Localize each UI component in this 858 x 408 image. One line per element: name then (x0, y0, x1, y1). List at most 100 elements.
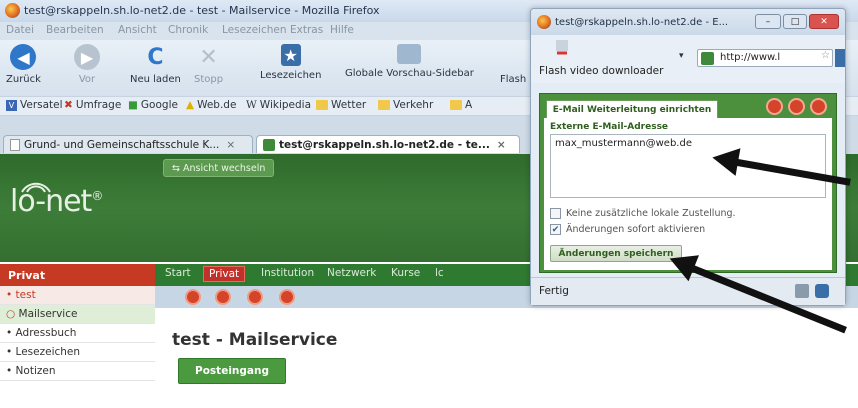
menu-hilfe[interactable]: Hilfe (330, 24, 354, 36)
bookmark-a[interactable]: A (450, 99, 472, 111)
firefox-icon (537, 15, 551, 29)
nav-start[interactable]: Start (165, 267, 191, 279)
folder-icon (316, 100, 328, 110)
bookmark-label: Umfrage (75, 99, 122, 111)
google-icon: ■ (128, 99, 138, 111)
menu-ansicht[interactable]: Ansicht (118, 24, 157, 36)
window-title: test@rskappeln.sh.lo-net2.de - test - Ma… (24, 4, 380, 17)
settings-icon[interactable] (215, 289, 231, 305)
bookmark-wikipedia[interactable]: W Wikipedia (246, 99, 311, 111)
minimize-panel-icon[interactable] (788, 98, 805, 115)
nav-kurse[interactable]: Kurse (391, 267, 420, 279)
sidebar-item-test[interactable]: • test (0, 286, 155, 305)
addon-icon[interactable] (815, 284, 829, 298)
menu-bearbeiten[interactable]: Bearbeiten (46, 24, 104, 36)
checkbox-checked-icon[interactable]: ✔ (550, 224, 561, 235)
close-window-button[interactable]: ✕ (809, 14, 839, 29)
back-button[interactable]: ◀ Zurück (6, 44, 41, 85)
back-label: Zurück (6, 74, 41, 85)
help-icon[interactable] (279, 289, 295, 305)
addon-icon[interactable] (795, 284, 809, 298)
bookmark-label: Web.de (197, 99, 237, 111)
popup-title-bar: test@rskappeln.sh.lo-net2.de - E... – □ … (531, 9, 845, 35)
star-icon[interactable]: ☆ (821, 50, 830, 61)
reload-button[interactable]: C Neu laden (130, 44, 181, 86)
folder-icon (378, 100, 390, 110)
tab-grundschule[interactable]: Grund- und Gemeinschaftsschule K... × (3, 135, 253, 153)
lonet-logo: lo-net® (10, 182, 103, 219)
flash-icon (500, 44, 526, 70)
menu-datei[interactable]: Datei (6, 24, 34, 36)
logo-mark: ® (91, 189, 103, 203)
forward-label: Vor (78, 74, 96, 85)
inbox-button[interactable]: Posteingang (178, 358, 286, 384)
flash-downloader-icon[interactable] (553, 39, 571, 57)
no-local-delivery-checkbox[interactable]: Keine zusätzliche lokale Zustellung. (550, 208, 736, 219)
bookmark-label: Wikipedia (259, 99, 312, 111)
bookmark-google[interactable]: ■ Google (128, 99, 178, 111)
menu-lesezeichen[interactable]: Lesezeichen (222, 24, 287, 36)
external-email-label: Externe E-Mail-Adresse (550, 122, 669, 132)
external-email-field[interactable]: max_mustermann@web.de (550, 134, 826, 198)
bookmark-verkehr[interactable]: Verkehr (378, 99, 433, 111)
bookmark-label: Google (140, 99, 178, 111)
dropdown-icon[interactable]: ▾ (679, 51, 684, 61)
maximize-button[interactable]: □ (783, 14, 807, 29)
flash-button[interactable]: Flash (500, 44, 526, 85)
tab-close-icon[interactable]: × (497, 139, 506, 151)
bookmarks-label: Lesezeichen (260, 70, 322, 81)
umfrage-icon: ✖ (64, 99, 73, 111)
close-panel-icon[interactable] (810, 98, 827, 115)
sidebar-item-label: Lesezeichen (15, 346, 81, 358)
sidebar-item-adressbuch[interactable]: • Adressbuch (0, 324, 155, 343)
popup-url-field[interactable]: http://www.l ☆ (697, 49, 833, 67)
menu-extras[interactable]: Extras (290, 24, 323, 36)
sidebar-item-lesezeichen[interactable]: • Lesezeichen (0, 343, 155, 362)
nav-netzwerk[interactable]: Netzwerk (327, 267, 376, 279)
sidebar-label: Globale Vorschau-Sidebar (345, 68, 474, 79)
bookmark-label: Wetter (331, 99, 367, 111)
bookmarks-button[interactable]: ★ Lesezeichen (260, 44, 321, 81)
tab-mailservice[interactable]: test@rskappeln.sh.lo-net2.de - te... × (256, 135, 520, 153)
help-icon[interactable] (766, 98, 783, 115)
sidebar-button[interactable]: Globale Vorschau-Sidebar (345, 44, 474, 79)
tab-close-icon[interactable]: × (226, 139, 235, 151)
bullet-icon: • (6, 289, 13, 301)
reload-icon: C (147, 44, 164, 70)
nav-institution[interactable]: Institution (261, 267, 314, 279)
webde-icon: ▲ (186, 99, 195, 111)
forwarding-form: Externe E-Mail-Adresse max_mustermann@we… (544, 118, 832, 270)
menu-chronik[interactable]: Chronik (168, 24, 208, 36)
url-text: http://www.l (720, 52, 781, 63)
switch-view-button[interactable]: ⇆ Ansicht wechseln (163, 159, 275, 177)
switch-icon: ⇆ (172, 162, 180, 174)
bullet-icon: • (6, 327, 13, 339)
activate-immediately-checkbox[interactable]: ✔ Änderungen sofort aktivieren (550, 224, 705, 235)
bookmark-webde[interactable]: ▲ Web.de (186, 99, 236, 111)
sidebar-item-label: Adressbuch (15, 327, 77, 339)
tab-email-forwarding[interactable]: E-Mail Weiterleitung einrichten (546, 100, 718, 118)
close-icon: ✕ (820, 16, 828, 27)
minimize-button[interactable]: – (755, 14, 781, 29)
bookmark-versatel[interactable]: V Versatel (6, 99, 63, 111)
sidebar-item-label: Mailservice (18, 308, 78, 320)
save-changes-button[interactable]: Änderungen speichern (550, 245, 682, 262)
sidebar-item-notizen[interactable]: • Notizen (0, 362, 155, 381)
print-icon[interactable] (247, 289, 263, 305)
bullet-icon: • (6, 365, 13, 377)
new-mail-icon[interactable] (185, 289, 201, 305)
sidebar-preview-icon (397, 44, 422, 64)
bookmark-label: A (465, 99, 473, 111)
checkbox-label: Änderungen sofort aktivieren (566, 224, 706, 235)
maximize-icon: □ (790, 16, 800, 27)
bookmark-wetter[interactable]: Wetter (316, 99, 366, 111)
forward-button[interactable]: ▶ Vor (74, 44, 100, 85)
checkbox-unchecked-icon[interactable] (550, 208, 561, 219)
bookmark-umfrage[interactable]: ✖ Umfrage (64, 99, 121, 111)
nav-more[interactable]: lc (435, 267, 444, 279)
nav-privat[interactable]: Privat (203, 266, 246, 282)
stop-button[interactable]: ✕ Stopp (194, 44, 223, 86)
tab-label: Grund- und Gemeinschaftsschule K... (24, 138, 220, 151)
sidebar-item-mailservice[interactable]: ○ Mailservice (0, 305, 155, 324)
bookmark-icon[interactable] (835, 49, 845, 67)
